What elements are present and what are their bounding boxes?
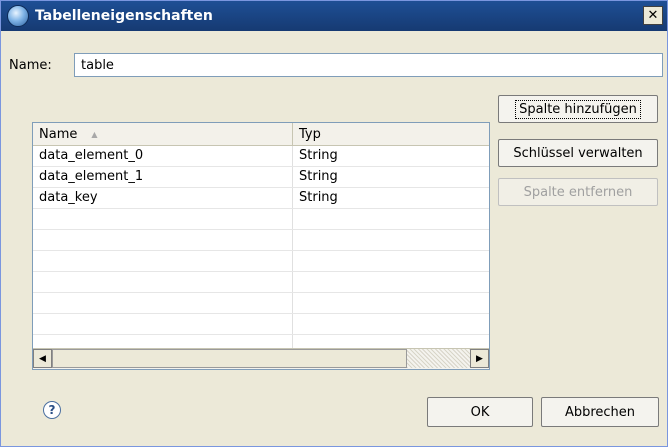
columns-table: Name ▲ Typ data_element_0 String data_el… — [32, 122, 490, 370]
scrollbar-track[interactable] — [407, 349, 470, 368]
cell-name — [33, 293, 293, 313]
cell-type — [293, 251, 489, 271]
cell-name: data_element_1 — [33, 167, 293, 187]
arrow-right-icon: ▶ — [476, 353, 483, 364]
cell-name: data_element_0 — [33, 146, 293, 166]
table-row — [33, 272, 489, 293]
add-column-button[interactable]: Spalte hinzufügen — [498, 95, 658, 123]
cell-type — [293, 293, 489, 313]
cell-name — [33, 209, 293, 229]
cancel-button[interactable]: Abbrechen — [541, 397, 659, 427]
cell-type: String — [299, 190, 338, 205]
table-row — [33, 251, 489, 272]
sort-ascending-icon: ▲ — [91, 129, 98, 139]
close-button[interactable]: ✕ — [643, 6, 663, 25]
cell-name: data_key — [33, 188, 293, 208]
table-row[interactable]: data_element_0 String — [33, 146, 489, 167]
table-row — [33, 293, 489, 314]
scroll-right-button[interactable]: ▶ — [470, 349, 489, 368]
horizontal-scrollbar[interactable]: ◀ ▶ — [33, 348, 489, 369]
column-header-name-label: Name — [39, 126, 78, 142]
name-input[interactable] — [74, 53, 663, 77]
manage-keys-button[interactable]: Schlüssel verwalten — [498, 139, 658, 167]
cell-name — [33, 251, 293, 271]
table-header: Name ▲ Typ — [33, 123, 489, 146]
ok-button[interactable]: OK — [427, 397, 533, 427]
remove-column-button: Spalte entfernen — [498, 178, 658, 206]
cell-name — [33, 230, 293, 250]
cell-type: String — [299, 169, 338, 184]
app-icon — [7, 5, 29, 27]
cell-type — [293, 272, 489, 292]
add-column-label: Spalte hinzufügen — [515, 99, 641, 119]
table-properties-dialog: Tabelleneigenschaften ✕ Name: Name ▲ Typ… — [0, 0, 668, 447]
title-bar[interactable]: Tabelleneigenschaften ✕ — [1, 1, 667, 31]
cell-type — [293, 230, 489, 250]
table-body: data_element_0 String data_element_1 Str… — [33, 146, 489, 356]
cell-type: String — [299, 148, 338, 163]
scrollbar-thumb[interactable] — [52, 349, 407, 368]
name-label: Name: — [9, 58, 52, 73]
cell-name — [33, 272, 293, 292]
cell-name — [33, 314, 293, 334]
table-row — [33, 230, 489, 251]
column-header-type[interactable]: Typ — [293, 123, 489, 145]
table-row — [33, 209, 489, 230]
close-icon: ✕ — [647, 8, 659, 23]
window-title: Tabelleneigenschaften — [35, 8, 213, 24]
arrow-left-icon: ◀ — [39, 353, 46, 364]
table-row[interactable]: data_key String — [33, 188, 489, 209]
help-icon[interactable]: ? — [43, 401, 61, 419]
column-header-name[interactable]: Name ▲ — [33, 123, 293, 145]
scroll-left-button[interactable]: ◀ — [33, 349, 52, 368]
table-row — [33, 314, 489, 335]
cell-type — [293, 314, 489, 334]
cell-type — [293, 209, 489, 229]
column-header-type-label: Typ — [299, 126, 321, 142]
table-row[interactable]: data_element_1 String — [33, 167, 489, 188]
